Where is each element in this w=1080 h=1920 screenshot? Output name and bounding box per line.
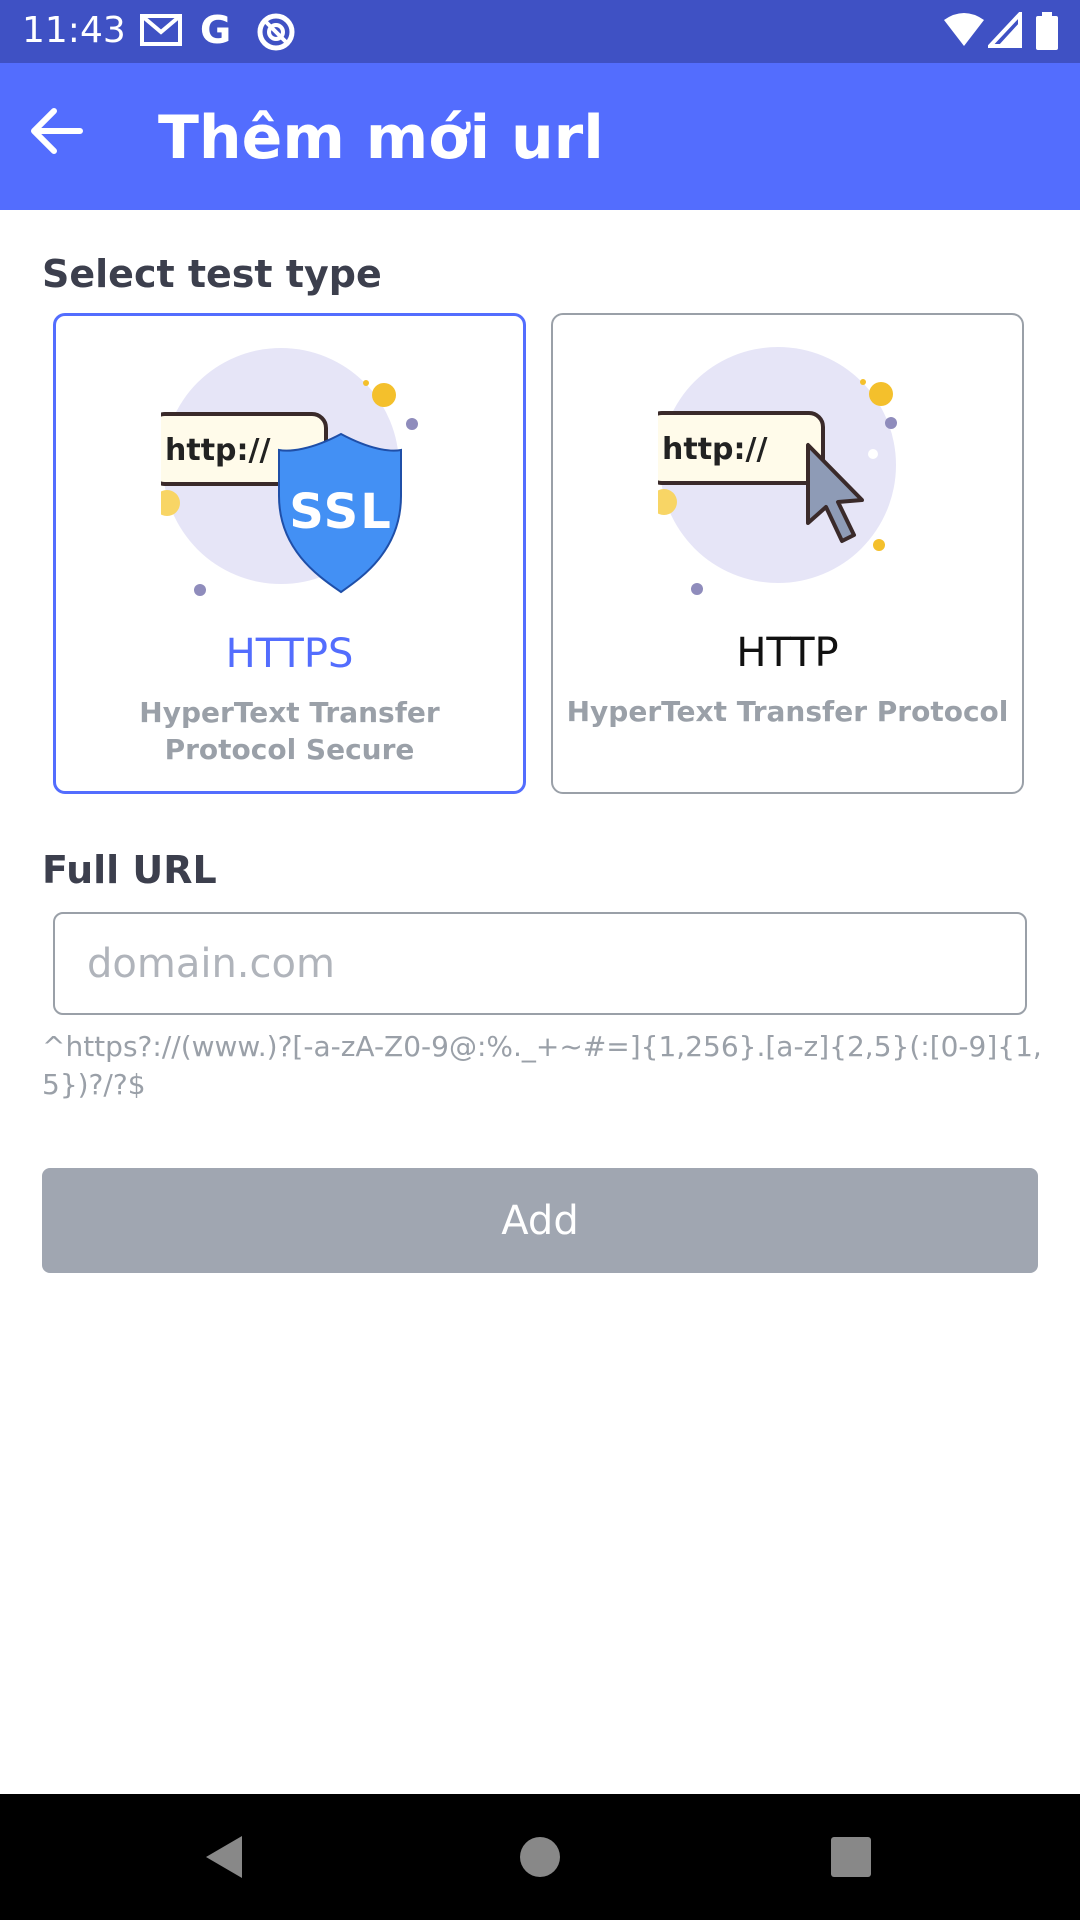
url-field-label: Full URL [42,848,217,892]
https-option-title: HTTPS [225,631,354,677]
battery-icon [1036,12,1058,55]
https-url-text: http:// [165,433,270,468]
status-bar: 11:43 G [0,0,1080,63]
gmail-icon [140,12,182,53]
http-option-card[interactable]: http:// HTTP HyperText Transfer Protocol [551,313,1024,794]
url-input[interactable] [53,912,1027,1015]
navigation-bar [0,1794,1080,1920]
add-button[interactable]: Add [42,1168,1038,1273]
back-triangle-icon [206,1836,242,1878]
http-option-title: HTTP [736,630,839,676]
wifi-icon [944,12,984,53]
http-url-text: http:// [662,432,767,467]
https-illustration: http:// SSL [149,346,421,606]
back-button[interactable] [22,96,92,166]
url-format-hint: ^https?://(www.)?[-a-zA-Z0-9@:%._+~#=]{1… [42,1030,1042,1101]
ssl-badge-text: SSL [289,484,393,540]
page-title: Thêm mới url [158,103,604,173]
status-time: 11:43 [22,10,126,51]
arrow-left-icon [31,108,83,154]
http-option-description: HyperText Transfer Protocol [566,695,1009,728]
nav-back-button[interactable] [200,1832,250,1882]
signal-icon [985,8,1022,53]
google-icon: G [200,8,232,52]
app-bar: Thêm mới url [0,63,1080,210]
recents-square-icon [831,1837,871,1877]
test-type-label: Select test type [42,252,382,296]
home-circle-icon [520,1837,560,1877]
https-option-description: HyperText Transfer Protocol Secure [139,696,440,766]
nav-recents-button[interactable] [826,1832,876,1882]
at-sign-icon [256,12,296,57]
https-option-card[interactable]: http:// SSL HTTPS HyperText Transfer Pro… [53,313,526,794]
nav-home-button[interactable] [515,1832,565,1882]
http-illustration: http:// [646,345,918,605]
